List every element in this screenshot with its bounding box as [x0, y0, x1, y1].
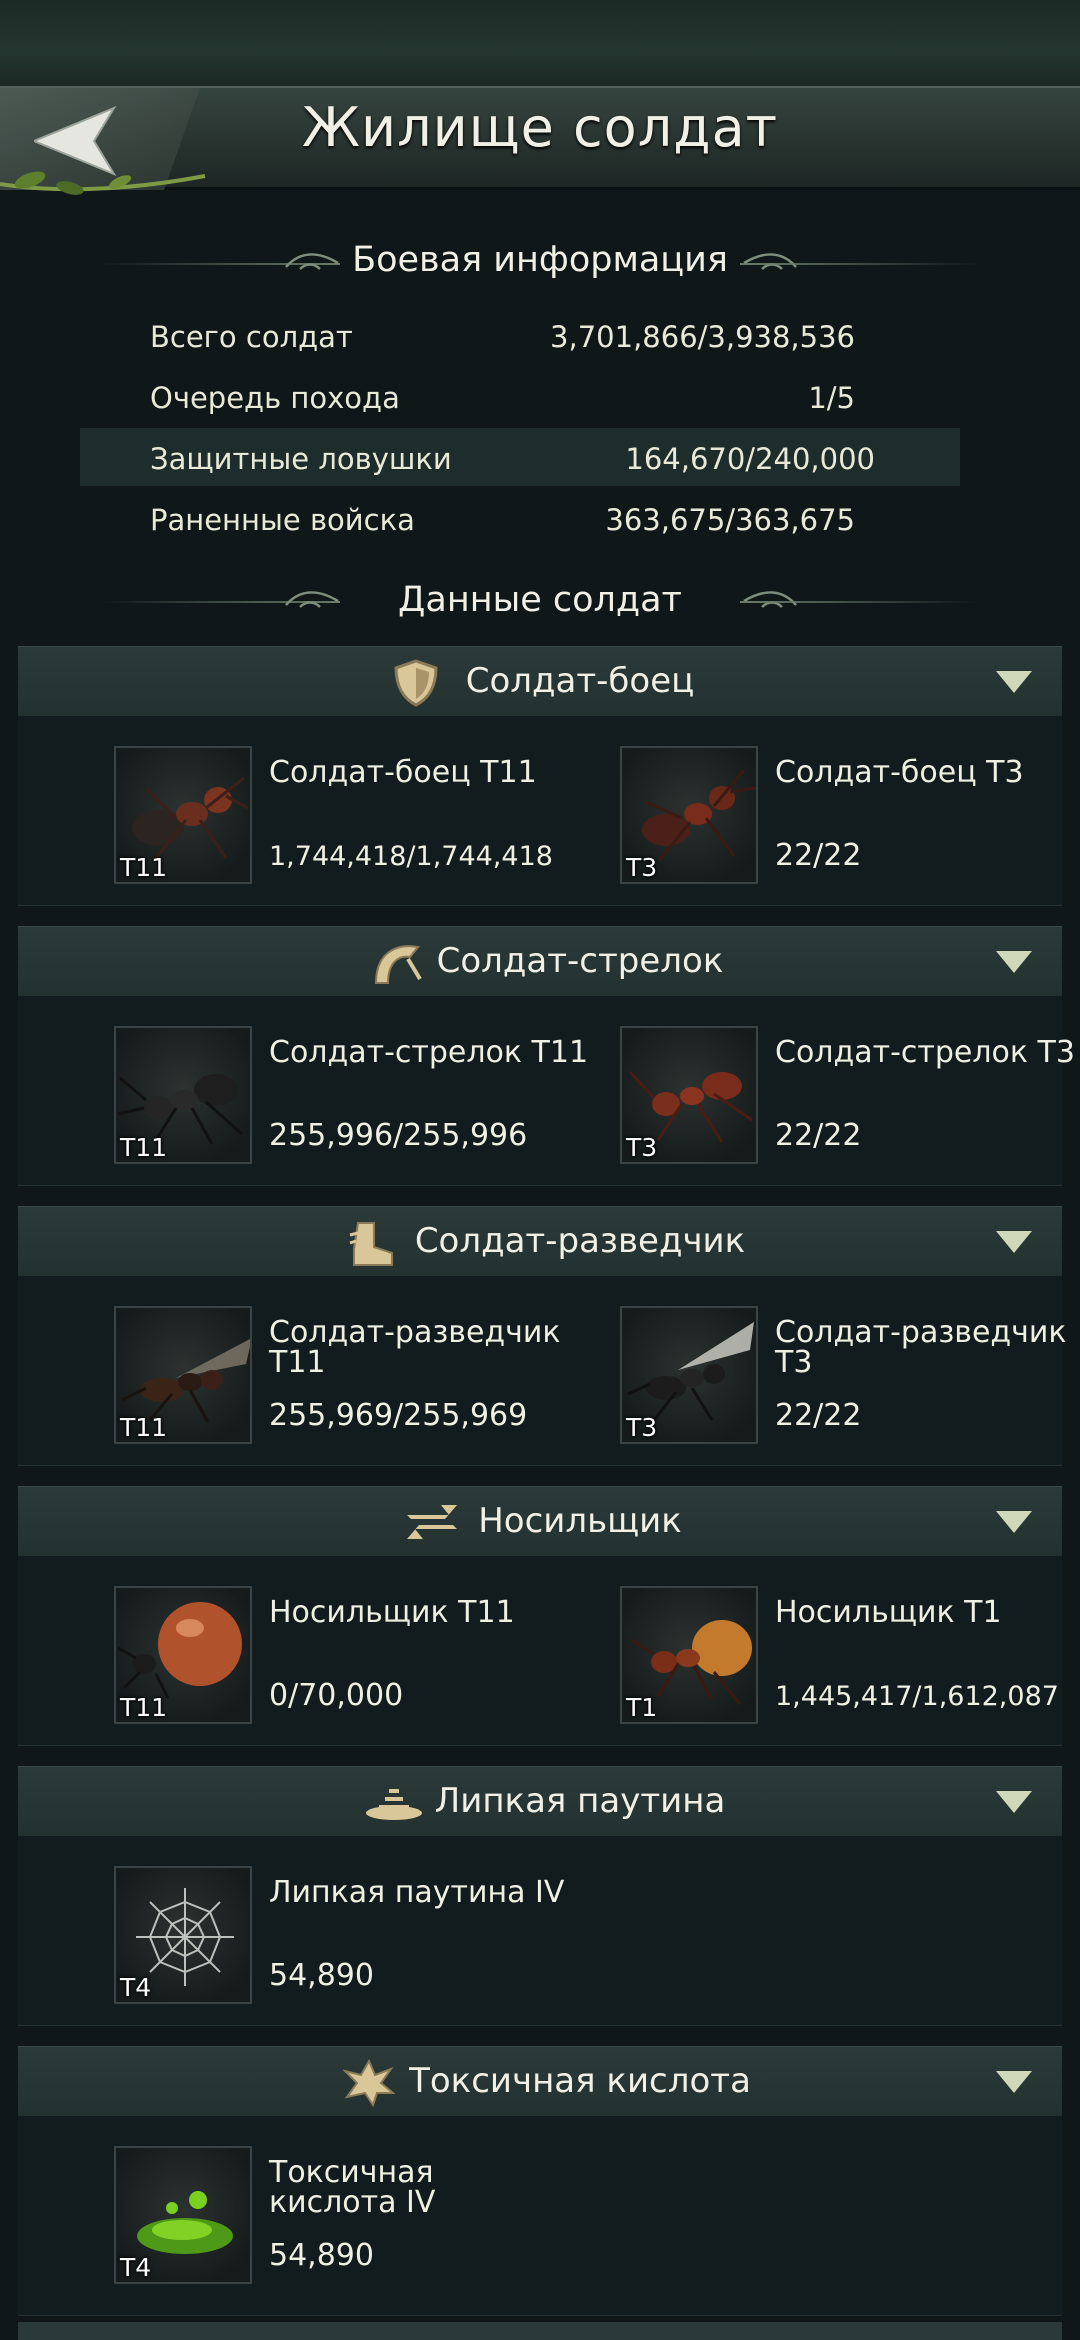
unit-count: 22/22: [775, 838, 862, 873]
unit-name: Солдат-стрелок T3: [775, 1035, 1075, 1070]
unit-count: 0/70,000: [269, 1678, 404, 1713]
unit-count: 54,890: [269, 2238, 374, 2273]
unit-count: 255,996/255,996: [269, 1118, 528, 1153]
ant-scout-image: T3: [620, 1306, 758, 1444]
page-title: Жилище солдат: [301, 96, 779, 159]
tier-badge: T4: [120, 1973, 152, 2002]
category-body: T11 Солдат-боец T11 1,744,418/1,744,418 …: [18, 716, 1062, 906]
unit-count: 255,969/255,969: [269, 1398, 528, 1433]
stats-row: Очередь похода 1/5: [100, 367, 940, 425]
unit-count: 1,445,417/1,612,087: [775, 1681, 1059, 1712]
unit-card[interactable]: T1 Носильщик T1 1,445,417/1,612,087: [620, 1586, 1080, 1726]
tier-badge: T3: [626, 1413, 658, 1442]
unit-name: Токсичная кислота IV: [269, 2155, 436, 2220]
tier-badge: T11: [120, 1133, 168, 1162]
category-body: T11 Носильщик T11 0/70,000 T1 Носильщик …: [18, 1556, 1062, 1746]
unit-name: Солдат-боец T11: [269, 755, 537, 790]
unit-card[interactable]: T4 Липкая паутина IV 54,890: [114, 1866, 594, 2006]
heading-divider: [740, 263, 980, 265]
category-header-carrier[interactable]: Носильщик: [18, 1486, 1062, 1556]
chevron-down-icon[interactable]: [996, 951, 1032, 975]
unit-name: Солдат-разведчик T3: [775, 1315, 1067, 1380]
stats-label: Раненные войска: [150, 503, 415, 537]
sticky-web-image: T4: [114, 1866, 252, 2004]
unit-card[interactable]: T3 Солдат-боец T3 22/22: [620, 746, 1080, 886]
category-title: Носильщик: [478, 1501, 682, 1541]
tier-badge: T4: [120, 2253, 152, 2282]
ant-shooter-image: T3: [620, 1026, 758, 1164]
category-title: Токсичная кислота: [409, 2061, 751, 2101]
unit-count: 22/22: [775, 1118, 862, 1153]
vine-decoration: [0, 171, 206, 195]
category-header-toxic-acid[interactable]: Токсичная кислота: [18, 2046, 1062, 2116]
stats-label: Защитные ловушки: [150, 442, 452, 476]
next-category-header-edge: [18, 2322, 1062, 2340]
unit-count: 22/22: [775, 1398, 862, 1433]
status-strip: [0, 0, 1080, 88]
category-body: T11 Солдат-стрелок T11 255,996/255,996 T…: [18, 996, 1075, 1186]
chevron-down-icon[interactable]: [996, 1231, 1032, 1255]
category-body: T4 Токсичная кислота IV 54,890: [18, 2116, 1062, 2316]
category-header-scout[interactable]: Солдат-разведчик: [18, 1206, 1062, 1276]
stats-label: Очередь похода: [150, 381, 400, 415]
unit-count: 54,890: [269, 1958, 374, 1993]
stats-row: Раненные войска 363,675/363,675: [100, 489, 940, 547]
stats-value: 164,670/240,000: [625, 442, 875, 476]
unit-card[interactable]: T11 Солдат-боец T11 1,744,418/1,744,418: [114, 746, 594, 886]
category-title: Липкая паутина: [434, 1781, 726, 1821]
stats-label: Всего солдат: [150, 320, 353, 354]
category-header-sticky-web[interactable]: Липкая паутина: [18, 1766, 1062, 1836]
heading-divider: [740, 601, 980, 603]
unit-name: Липкая паутина IV: [269, 1875, 565, 1910]
unit-card[interactable]: T11 Солдат-стрелок T11 255,996/255,996: [114, 1026, 594, 1166]
category-title: Солдат-разведчик: [414, 1221, 746, 1261]
category-header-fighter[interactable]: Солдат-боец: [18, 646, 1062, 716]
chevron-down-icon[interactable]: [996, 1511, 1032, 1535]
ant-fighter-image: T11: [114, 746, 252, 884]
chevron-down-icon[interactable]: [996, 1791, 1032, 1815]
unit-name: Носильщик T1: [775, 1595, 1002, 1630]
tier-badge: T11: [120, 1413, 168, 1442]
unit-card[interactable]: T4 Токсичная кислота IV 54,890: [114, 2146, 594, 2286]
category-title: Солдат-стрелок: [436, 941, 724, 981]
chevron-down-icon[interactable]: [996, 671, 1032, 695]
unit-count: 1,744,418/1,744,418: [269, 841, 553, 872]
tier-badge: T3: [626, 1133, 658, 1162]
ant-carrier-image: T1: [620, 1586, 758, 1724]
unit-card[interactable]: T11 Носильщик T11 0/70,000: [114, 1586, 594, 1726]
unit-card[interactable]: T3 Солдат-разведчик T3 22/22: [620, 1306, 1080, 1446]
unit-card[interactable]: T11 Солдат-разведчик T11 255,969/255,969: [114, 1306, 594, 1446]
tier-badge: T3: [626, 853, 658, 882]
toxic-acid-image: T4: [114, 2146, 252, 2284]
unit-card[interactable]: T3 Солдат-стрелок T3 22/22: [620, 1026, 1080, 1166]
stats-row: Защитные ловушки 164,670/240,000: [80, 428, 960, 486]
ant-scout-image: T11: [114, 1306, 252, 1444]
unit-name: Солдат-разведчик T11: [269, 1315, 561, 1380]
battle-info-heading: Боевая информация: [352, 240, 728, 280]
tier-badge: T11: [120, 853, 168, 882]
ant-fighter-image: T3: [620, 746, 758, 884]
category-body: T11 Солдат-разведчик T11 255,969/255,969…: [18, 1276, 1067, 1466]
stats-value: 1/5: [808, 381, 855, 415]
stats-value: 363,675/363,675: [605, 503, 855, 537]
ant-carrier-image: T11: [114, 1586, 252, 1724]
soldier-data-heading: Данные солдат: [398, 580, 682, 620]
category-title: Солдат-боец: [465, 661, 695, 701]
category-header-shooter[interactable]: Солдат-стрелок: [18, 926, 1062, 996]
tier-badge: T11: [120, 1693, 168, 1722]
unit-name: Солдат-боец T3: [775, 755, 1024, 790]
chevron-down-icon[interactable]: [996, 2071, 1032, 2095]
category-body: T4 Липкая паутина IV 54,890: [18, 1836, 1062, 2026]
stats-value: 3,701,866/3,938,536: [550, 320, 855, 354]
ant-shooter-image: T11: [114, 1026, 252, 1164]
unit-name: Солдат-стрелок T11: [269, 1035, 589, 1070]
unit-name: Носильщик T11: [269, 1595, 515, 1630]
tier-badge: T1: [626, 1693, 658, 1722]
stats-row: Всего солдат 3,701,866/3,938,536: [100, 306, 940, 364]
